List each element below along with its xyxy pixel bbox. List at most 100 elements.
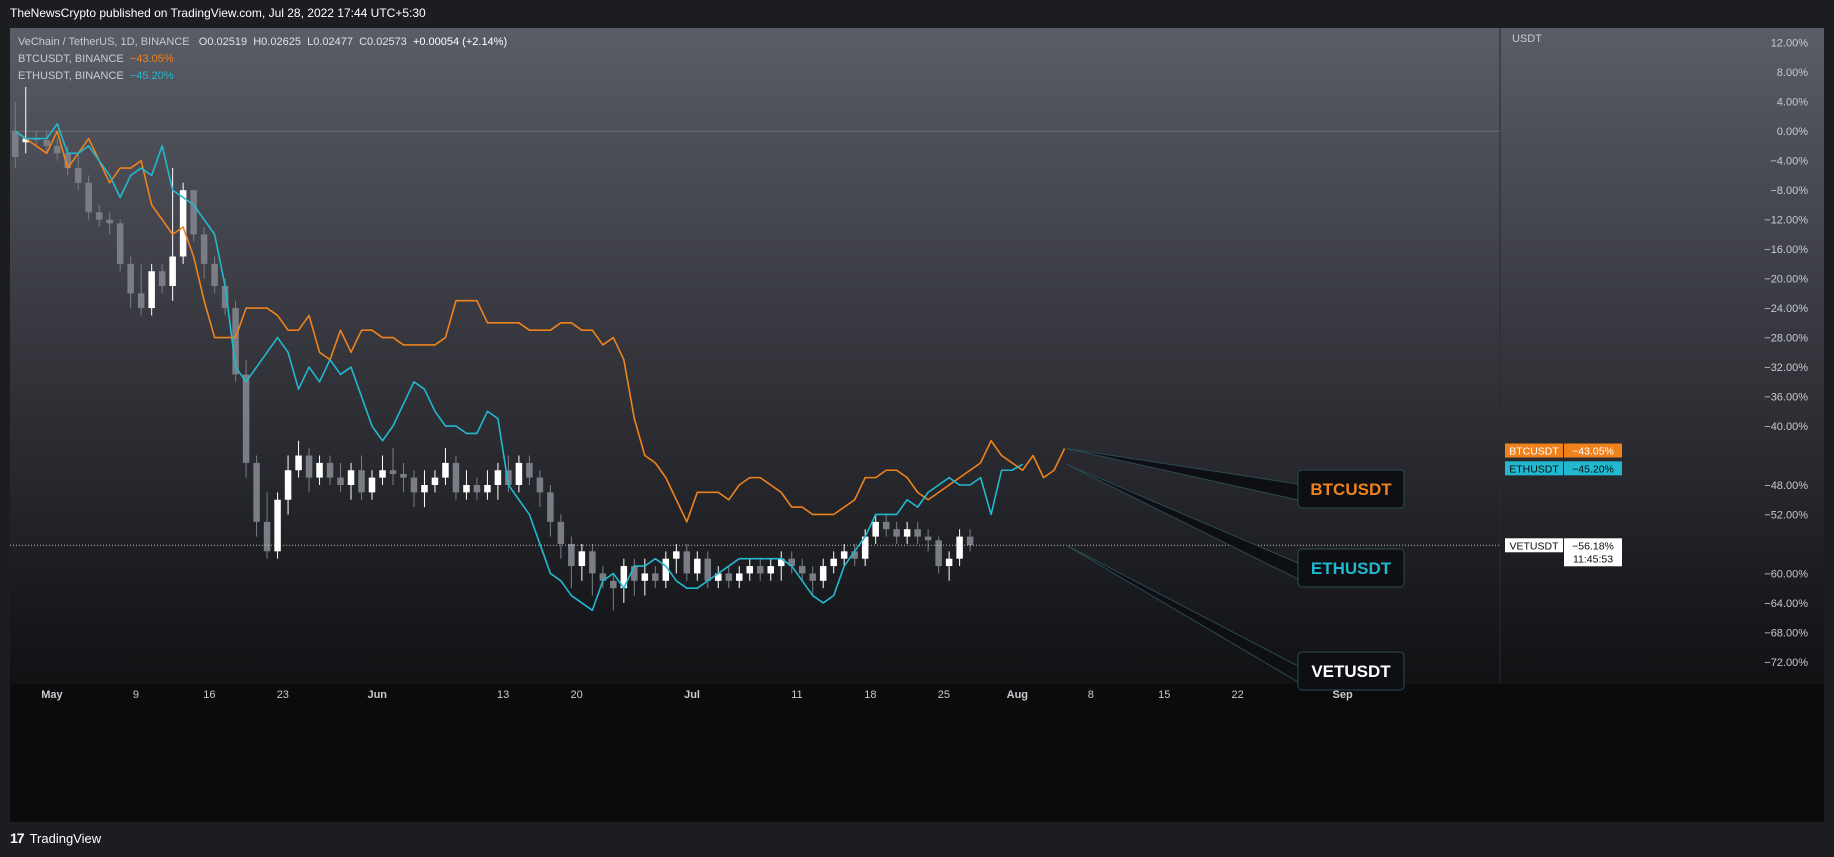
- y-tick-label: −68.00%: [1764, 627, 1808, 639]
- vet-candle-body: [347, 470, 355, 485]
- vet-candle-body: [410, 477, 418, 493]
- y-tick-label: 4.00%: [1777, 97, 1808, 109]
- chart-legend: VeChain / TetherUS, 1D, BINANCE O0.02519…: [18, 34, 507, 85]
- x-tick-label: 9: [133, 689, 139, 701]
- vet-candle-body: [473, 484, 481, 493]
- vet-candle-body: [389, 470, 397, 474]
- y-tick-label: −40.00%: [1764, 421, 1808, 433]
- vet-candle-body: [400, 473, 407, 478]
- eth-tag-value: −45.20%: [1572, 463, 1614, 475]
- vet-candle-body: [914, 529, 921, 537]
- x-tick-label: May: [41, 689, 63, 701]
- legend-main-row: VeChain / TetherUS, 1D, BINANCE O0.02519…: [18, 34, 507, 51]
- vet-candle-body: [442, 462, 449, 478]
- legend-low: L0.02477: [307, 36, 353, 48]
- y-tick-label: −36.00%: [1764, 392, 1808, 404]
- price-chart[interactable]: USDT 12.00% 8.00% 4.00% 0.00% −4.00% −8.00% −12…: [10, 28, 1824, 822]
- vet-candle-body: [274, 499, 281, 552]
- vet-candle-body: [568, 543, 575, 567]
- y-tick-label: −24.00%: [1764, 303, 1808, 315]
- x-tick-label: 18: [864, 689, 876, 701]
- chart-area[interactable]: USDT 12.00% 8.00% 4.00% 0.00% −4.00% −8.00% −12…: [10, 28, 1824, 822]
- vet-candle-body: [809, 573, 816, 581]
- vet-tag-value: −56.18%: [1572, 540, 1614, 552]
- time-axis-background: [10, 684, 1824, 822]
- vet-candle-body: [956, 536, 963, 559]
- vet-candle-body: [610, 580, 617, 589]
- vet-candle-body: [736, 573, 743, 581]
- y-tick-label: −52.00%: [1764, 509, 1808, 521]
- vet-candle-body: [200, 234, 208, 264]
- x-tick-label: 13: [497, 689, 509, 701]
- legend-btc-label: BTCUSDT, BINANCE: [18, 53, 124, 65]
- y-tick-label: −32.00%: [1764, 362, 1808, 374]
- vet-candle-body: [935, 540, 942, 567]
- vet-candle-body: [431, 477, 439, 485]
- price-axis-background: [1500, 28, 1824, 684]
- legend-change: +0.00054 (+2.14%): [412, 36, 508, 48]
- vet-candle-body: [452, 462, 460, 493]
- vet-candle-body: [253, 462, 260, 522]
- vet-candle-body: [106, 219, 113, 224]
- vet-candle-body: [11, 131, 19, 157]
- vet-candle-body: [631, 566, 638, 581]
- vet-candle-body: [830, 558, 837, 567]
- publisher-caption: TheNewsCrypto published on TradingView.c…: [10, 6, 426, 20]
- tradingview-logo-icon: 17: [10, 830, 25, 846]
- y-tick-label: −72.00%: [1764, 657, 1808, 669]
- vet-candle-body: [421, 484, 428, 493]
- vet-candle-body: [242, 374, 250, 463]
- btc-callout-text: BTCUSDT: [1310, 480, 1392, 499]
- vet-candle-body: [305, 455, 313, 478]
- y-tick-label: −60.00%: [1764, 568, 1808, 580]
- vet-candle-body: [641, 573, 649, 581]
- vet-candle-body: [127, 263, 134, 294]
- vet-candle-body: [284, 470, 292, 500]
- eth-callout-text: ETHUSDT: [1311, 559, 1392, 578]
- vet-candle-body: [337, 477, 344, 485]
- y-tick-label: −28.00%: [1764, 333, 1808, 345]
- vet-candle-body: [148, 271, 155, 309]
- vet-candle-body: [945, 558, 953, 567]
- vet-candle-body: [673, 551, 680, 559]
- vet-candle-body: [725, 573, 733, 581]
- vet-candle-body: [966, 536, 974, 546]
- vet-candle-body: [515, 462, 523, 485]
- vet-candle-body: [494, 470, 502, 485]
- legend-eth-label: ETHUSDT, BINANCE: [18, 70, 124, 82]
- vet-candle-body: [263, 521, 271, 552]
- x-tick-label: Aug: [1007, 689, 1028, 701]
- vet-candle-body: [683, 551, 691, 574]
- legend-eth-value: −45.20%: [129, 70, 174, 82]
- vet-candle-body: [589, 551, 596, 574]
- vet-tag-label: VETUSDT: [1509, 540, 1559, 552]
- vet-candle-body: [316, 462, 323, 478]
- vet-candle-body: [326, 462, 334, 478]
- y-tick-label: −20.00%: [1764, 274, 1808, 286]
- y-tick-label: 12.00%: [1771, 38, 1809, 50]
- x-tick-label: 25: [938, 689, 950, 701]
- vet-candle-body: [819, 566, 827, 581]
- tradingview-brand[interactable]: 17 TradingView: [10, 830, 101, 846]
- x-tick-label: 16: [203, 689, 215, 701]
- vet-candle-body: [190, 190, 197, 235]
- vet-callout-text: VETUSDT: [1311, 662, 1391, 681]
- vet-candle-body: [557, 521, 565, 544]
- x-tick-label: 11: [791, 689, 802, 701]
- y-tick-label: −8.00%: [1770, 185, 1808, 197]
- vet-candle-body: [358, 470, 365, 493]
- vet-candle-body: [211, 263, 218, 286]
- vet-candle-body: [903, 529, 911, 537]
- legend-btc-value: −43.05%: [129, 53, 174, 65]
- y-tick-label: 8.00%: [1777, 67, 1808, 79]
- vet-candle-body: [484, 484, 491, 493]
- ethusdt-line: [14, 123, 1023, 612]
- vet-candle-body: [767, 566, 774, 574]
- btc-tag-label: BTCUSDT: [1509, 446, 1559, 458]
- vet-candle-body: [53, 145, 61, 154]
- x-tick-label: 22: [1232, 689, 1244, 701]
- vet-candle-body: [547, 492, 554, 522]
- vet-candle-body: [694, 558, 701, 574]
- vet-candle-body: [652, 573, 659, 581]
- legend-eth-row: ETHUSDT, BINANCE −45.20%: [18, 68, 507, 85]
